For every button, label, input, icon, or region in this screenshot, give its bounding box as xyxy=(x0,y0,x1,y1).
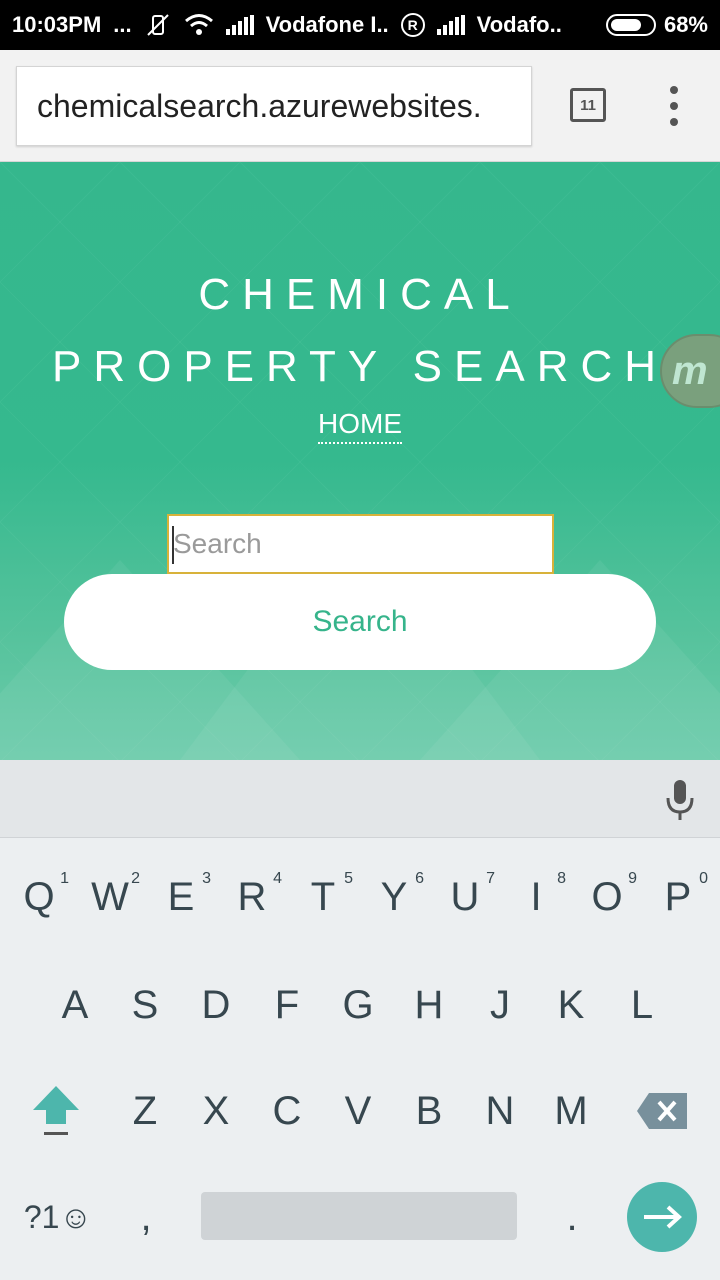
shift-key[interactable] xyxy=(20,1066,92,1156)
key-k[interactable]: K xyxy=(535,960,607,1050)
wifi-icon xyxy=(184,13,214,37)
browser-toolbar: chemicalsearch.azurewebsites. 11 xyxy=(0,50,720,162)
key-g[interactable]: G xyxy=(322,960,394,1050)
key-i[interactable]: I8 xyxy=(500,852,572,942)
signal-icon xyxy=(225,15,256,35)
shift-arrow-icon xyxy=(33,1086,79,1135)
key-z[interactable]: Z xyxy=(109,1066,181,1156)
symbols-key[interactable]: ?1☺ xyxy=(18,1172,98,1262)
badge-letter: m xyxy=(672,348,708,393)
roaming-icon: R xyxy=(400,13,425,37)
key-j[interactable]: J xyxy=(464,960,536,1050)
tab-switcher-button[interactable]: 11 xyxy=(570,88,606,122)
text-cursor xyxy=(172,526,174,564)
arrow-right-icon xyxy=(644,1205,682,1229)
home-link[interactable]: HOME xyxy=(318,408,402,444)
keyboard-suggestion-strip xyxy=(0,760,720,838)
page-title-line2: PROPERTY SEARCH xyxy=(51,342,669,391)
key-r[interactable]: R4 xyxy=(216,852,288,942)
key-o[interactable]: O9 xyxy=(571,852,643,942)
overflow-menu-icon[interactable] xyxy=(666,86,682,126)
carrier-1: Vodafone I.. xyxy=(265,12,389,37)
key-v[interactable]: V xyxy=(322,1066,394,1156)
key-x[interactable]: X xyxy=(180,1066,252,1156)
notification-dots: ... xyxy=(113,12,132,37)
key-h[interactable]: H xyxy=(393,960,465,1050)
key-e[interactable]: E3 xyxy=(145,852,217,942)
page-title-line1: CHEMICAL xyxy=(198,270,522,319)
backspace-icon xyxy=(637,1093,687,1129)
key-u[interactable]: U7 xyxy=(429,852,501,942)
key-f[interactable]: F xyxy=(251,960,323,1050)
key-a[interactable]: A xyxy=(39,960,111,1050)
signal-icon-2 xyxy=(436,15,467,35)
key-c[interactable]: C xyxy=(251,1066,323,1156)
status-bar: 10:03PM ... Vodafone I.. R Vodafo.. 68% xyxy=(0,0,720,50)
status-time: 10:03PM xyxy=(12,12,102,37)
mute-vibrate-icon xyxy=(144,13,172,37)
address-bar[interactable]: chemicalsearch.azurewebsites. xyxy=(16,66,532,146)
space-bar[interactable] xyxy=(201,1192,517,1240)
key-n[interactable]: N xyxy=(464,1066,536,1156)
key-y[interactable]: Y6 xyxy=(358,852,430,942)
search-input[interactable] xyxy=(167,514,554,574)
key-d[interactable]: D xyxy=(180,960,252,1050)
hero-section: CHEMICAL PROPERTY SEARCH HOME m Search xyxy=(0,162,720,760)
carrier-2: Vodafo.. xyxy=(476,12,562,37)
backspace-key[interactable] xyxy=(626,1066,698,1156)
search-button[interactable]: Search xyxy=(64,574,656,670)
key-s[interactable]: S xyxy=(109,960,181,1050)
enter-key[interactable] xyxy=(627,1182,697,1252)
key-q[interactable]: Q1 xyxy=(3,852,75,942)
on-screen-keyboard: Q1 W2 E3 R4 T5 Y6 U7 I8 O9 P0 A S D F G … xyxy=(0,838,720,1280)
period-key[interactable]: . xyxy=(536,1172,608,1262)
key-m[interactable]: M xyxy=(535,1066,607,1156)
key-w[interactable]: W2 xyxy=(74,852,146,942)
url-text: chemicalsearch.azurewebsites. xyxy=(37,87,482,124)
key-t[interactable]: T5 xyxy=(287,852,359,942)
key-l[interactable]: L xyxy=(606,960,678,1050)
comma-key[interactable]: , xyxy=(110,1172,182,1262)
battery-percent: 68% xyxy=(663,12,708,37)
key-p[interactable]: P0 xyxy=(642,852,714,942)
key-b[interactable]: B xyxy=(393,1066,465,1156)
battery-icon xyxy=(605,14,656,36)
microphone-icon[interactable] xyxy=(666,780,694,820)
floating-m-badge[interactable]: m xyxy=(660,334,720,408)
